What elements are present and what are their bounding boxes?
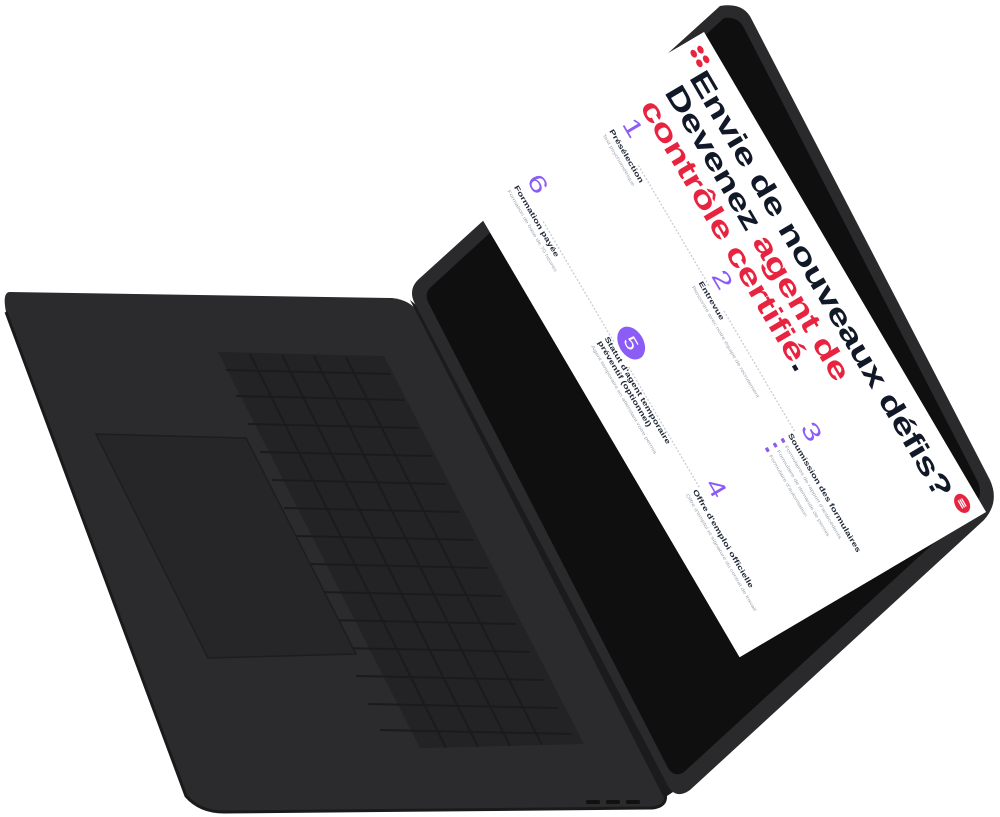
port: [626, 800, 640, 804]
step-2: 2 Entrevue Rencontre avec notre équipe d…: [690, 265, 799, 408]
port: [586, 800, 600, 804]
step-3: 3 Soumission des formulaires Formulaires…: [760, 417, 897, 588]
port: [606, 800, 620, 804]
step-1: 1 Présélection Test psychométrique: [601, 113, 710, 256]
